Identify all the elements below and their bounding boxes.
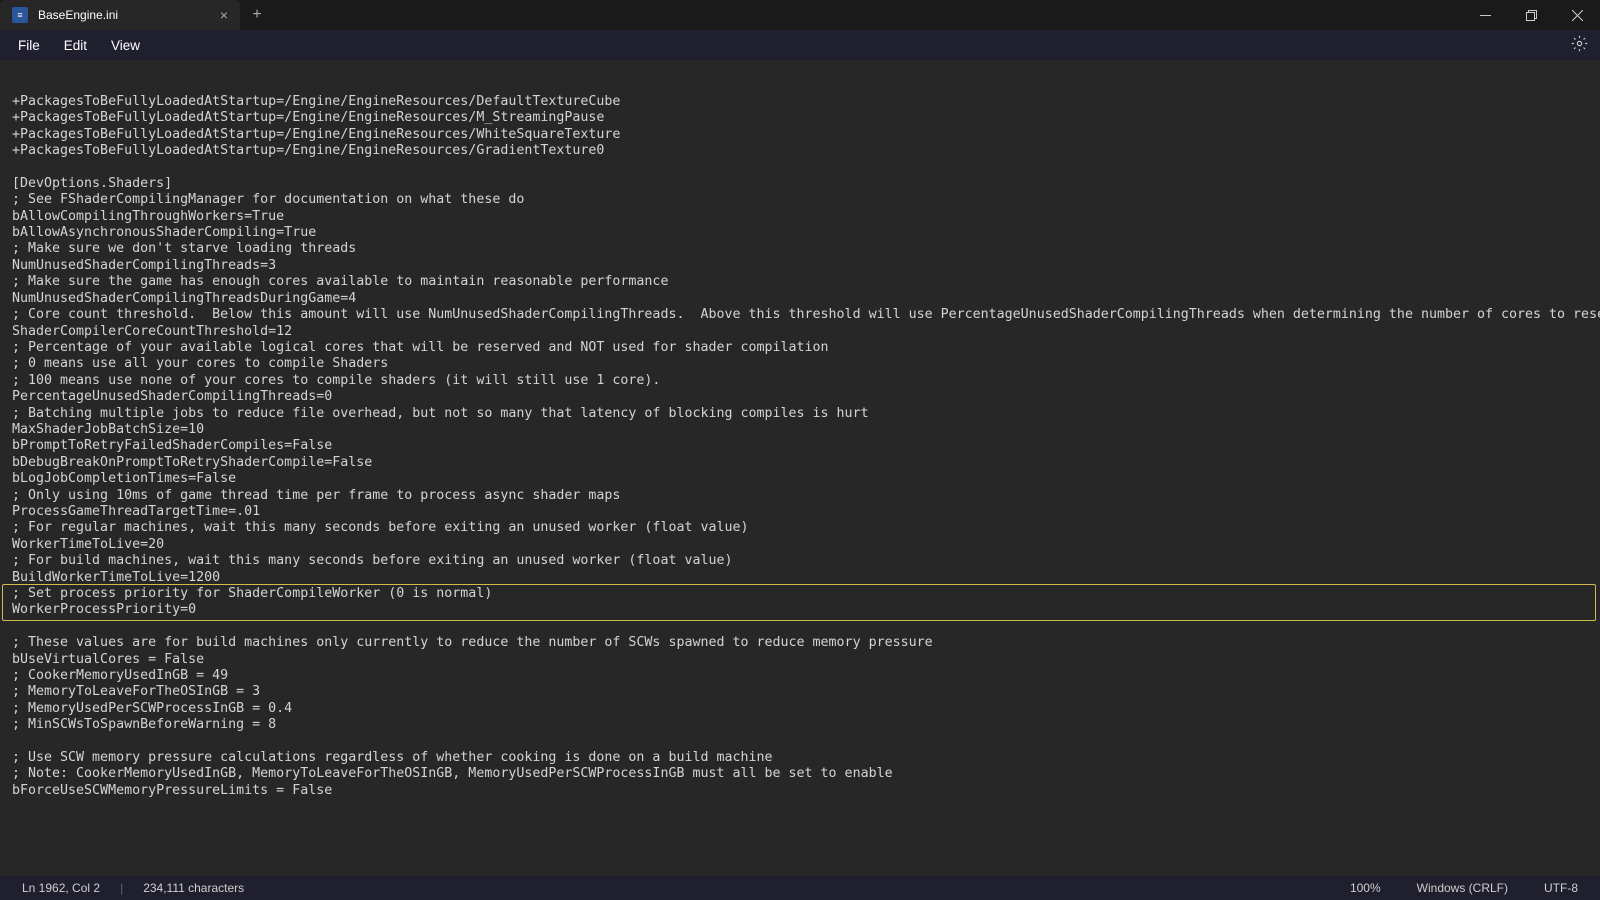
editor-line[interactable]: NumUnusedShaderCompilingThreads=3 bbox=[12, 258, 1588, 274]
editor-line[interactable]: ; CookerMemoryUsedInGB = 49 bbox=[12, 668, 1588, 684]
editor-line[interactable]: +PackagesToBeFullyLoadedAtStartup=/Engin… bbox=[12, 143, 1588, 159]
editor-line[interactable]: ; 100 means use none of your cores to co… bbox=[12, 373, 1588, 389]
editor-line[interactable]: ; Batching multiple jobs to reduce file … bbox=[12, 406, 1588, 422]
menu-file[interactable]: File bbox=[8, 34, 50, 57]
editor-line[interactable]: ; Make sure we don't starve loading thre… bbox=[12, 241, 1588, 257]
gear-icon[interactable] bbox=[1567, 31, 1592, 59]
status-charcount[interactable]: 234,111 characters bbox=[139, 881, 248, 895]
maximize-button[interactable] bbox=[1508, 0, 1554, 30]
editor-line[interactable]: +PackagesToBeFullyLoadedAtStartup=/Engin… bbox=[12, 127, 1588, 143]
editor-line[interactable]: ; MinSCWsToSpawnBeforeWarning = 8 bbox=[12, 717, 1588, 733]
tab-close-button[interactable]: × bbox=[220, 7, 228, 23]
editor-line[interactable]: bPromptToRetryFailedShaderCompiles=False bbox=[12, 438, 1588, 454]
editor-line[interactable]: WorkerTimeToLive=20 bbox=[12, 537, 1588, 553]
editor-line[interactable]: bDebugBreakOnPromptToRetryShaderCompile=… bbox=[12, 455, 1588, 471]
editor-line[interactable]: ; For build machines, wait this many sec… bbox=[12, 553, 1588, 569]
editor-line[interactable]: bAllowAsynchronousShaderCompiling=True bbox=[12, 225, 1588, 241]
editor-line[interactable]: ; Note: CookerMemoryUsedInGB, MemoryToLe… bbox=[12, 766, 1588, 782]
editor-line[interactable]: +PackagesToBeFullyLoadedAtStartup=/Engin… bbox=[12, 110, 1588, 126]
status-position[interactable]: Ln 1962, Col 2 bbox=[18, 881, 104, 895]
editor-line[interactable]: ; Use SCW memory pressure calculations r… bbox=[12, 750, 1588, 766]
editor-line[interactable]: ProcessGameThreadTargetTime=.01 bbox=[12, 504, 1588, 520]
editor-line[interactable]: PercentageUnusedShaderCompilingThreads=0 bbox=[12, 389, 1588, 405]
minimize-button[interactable] bbox=[1462, 0, 1508, 30]
editor-line[interactable]: ; Percentage of your available logical c… bbox=[12, 340, 1588, 356]
editor-line[interactable]: ; Only using 10ms of game thread time pe… bbox=[12, 488, 1588, 504]
editor-line[interactable]: [DevOptions.Shaders] bbox=[12, 176, 1588, 192]
new-tab-button[interactable]: + bbox=[240, 0, 274, 30]
file-icon: ≡ bbox=[12, 7, 28, 23]
status-encoding[interactable]: UTF-8 bbox=[1540, 881, 1582, 895]
editor-line[interactable]: ; MemoryToLeaveForTheOSInGB = 3 bbox=[12, 684, 1588, 700]
tab-active[interactable]: ≡ BaseEngine.ini × bbox=[0, 0, 240, 30]
editor-line[interactable]: bLogJobCompletionTimes=False bbox=[12, 471, 1588, 487]
editor-line[interactable]: ShaderCompilerCoreCountThreshold=12 bbox=[12, 324, 1588, 340]
editor-line[interactable]: WorkerProcessPriority=0 bbox=[12, 602, 1588, 618]
editor-line[interactable]: bAllowCompilingThroughWorkers=True bbox=[12, 209, 1588, 225]
editor-line[interactable]: NumUnusedShaderCompilingThreadsDuringGam… bbox=[12, 291, 1588, 307]
tab-title: BaseEngine.ini bbox=[38, 8, 118, 22]
editor-line[interactable] bbox=[12, 734, 1588, 750]
editor-line[interactable]: ; MemoryUsedPerSCWProcessInGB = 0.4 bbox=[12, 701, 1588, 717]
editor-line[interactable]: MaxShaderJobBatchSize=10 bbox=[12, 422, 1588, 438]
editor-line[interactable]: ; These values are for build machines on… bbox=[12, 635, 1588, 651]
editor-line[interactable]: BuildWorkerTimeToLive=1200 bbox=[12, 570, 1588, 586]
status-zoom[interactable]: 100% bbox=[1346, 881, 1385, 895]
editor-line[interactable]: bForceUseSCWMemoryPressureLimits = False bbox=[12, 783, 1588, 799]
editor-line[interactable]: ; See FShaderCompilingManager for docume… bbox=[12, 192, 1588, 208]
status-divider: | bbox=[120, 881, 123, 895]
editor-line[interactable]: ; Core count threshold. Below this amoun… bbox=[12, 307, 1588, 323]
editor-line[interactable]: ; Make sure the game has enough cores av… bbox=[12, 274, 1588, 290]
close-button[interactable] bbox=[1554, 0, 1600, 30]
editor-line[interactable]: ; For regular machines, wait this many s… bbox=[12, 520, 1588, 536]
editor-line[interactable]: +PackagesToBeFullyLoadedAtStartup=/Engin… bbox=[12, 94, 1588, 110]
menu-edit[interactable]: Edit bbox=[54, 34, 97, 57]
text-editor[interactable]: +PackagesToBeFullyLoadedAtStartup=/Engin… bbox=[0, 60, 1600, 876]
editor-line[interactable] bbox=[12, 159, 1588, 175]
editor-line[interactable]: ; Set process priority for ShaderCompile… bbox=[12, 586, 1588, 602]
editor-line[interactable]: bUseVirtualCores = False bbox=[12, 652, 1588, 668]
editor-line[interactable] bbox=[12, 619, 1588, 635]
menu-view[interactable]: View bbox=[101, 34, 150, 57]
editor-line[interactable]: ; 0 means use all your cores to compile … bbox=[12, 356, 1588, 372]
status-eol[interactable]: Windows (CRLF) bbox=[1413, 881, 1512, 895]
